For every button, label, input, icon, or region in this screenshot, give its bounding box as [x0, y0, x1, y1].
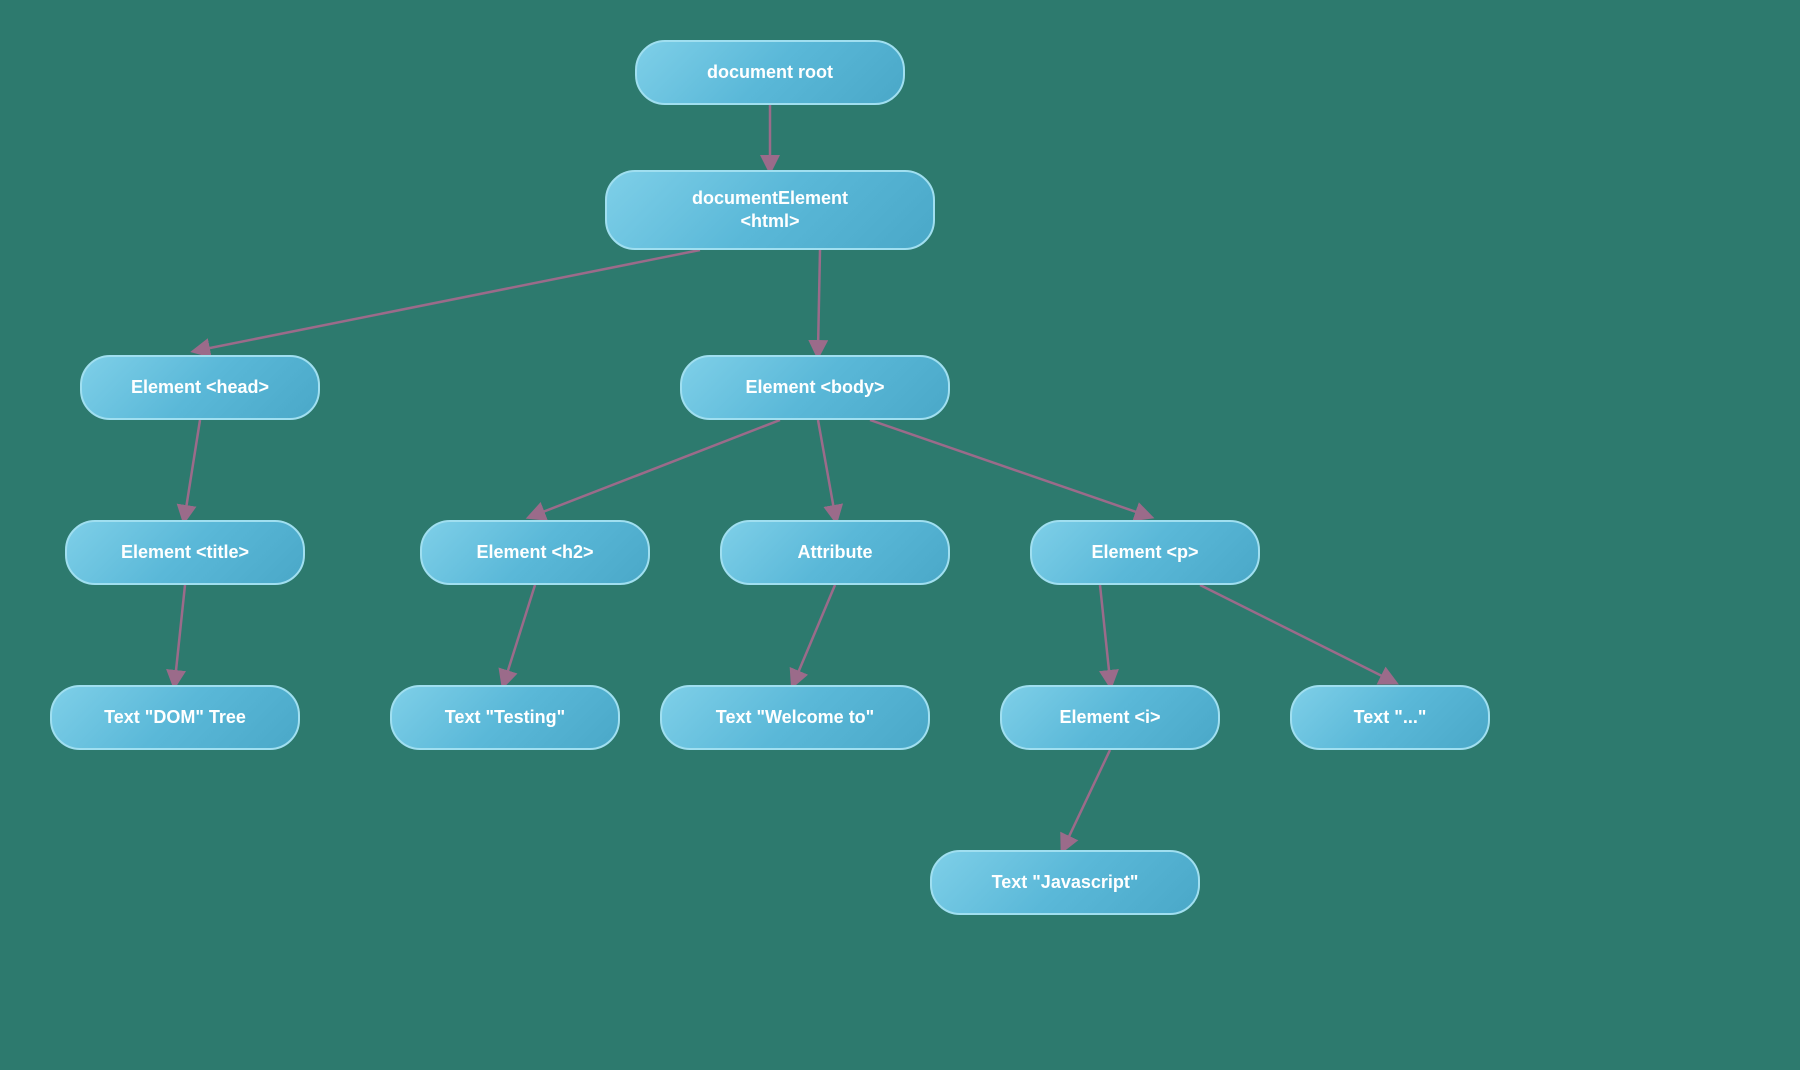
node-element-p: Element <p> [1030, 520, 1260, 585]
node-element-body: Element <body> [680, 355, 950, 420]
dom-tree-diagram: document root documentElement<html> Elem… [0, 0, 1800, 1070]
node-document-element: documentElement<html> [605, 170, 935, 250]
node-element-head: Element <head> [80, 355, 320, 420]
node-element-h2: Element <h2> [420, 520, 650, 585]
node-attribute: Attribute [720, 520, 950, 585]
node-element-title: Element <title> [65, 520, 305, 585]
node-element-i: Element <i> [1000, 685, 1220, 750]
node-document-root: document root [635, 40, 905, 105]
node-text-dom: Text "DOM" Tree [50, 685, 300, 750]
node-text-welcome: Text "Welcome to" [660, 685, 930, 750]
node-text-ellipsis: Text "..." [1290, 685, 1490, 750]
node-text-testing: Text "Testing" [390, 685, 620, 750]
node-text-javascript: Text "Javascript" [930, 850, 1200, 915]
